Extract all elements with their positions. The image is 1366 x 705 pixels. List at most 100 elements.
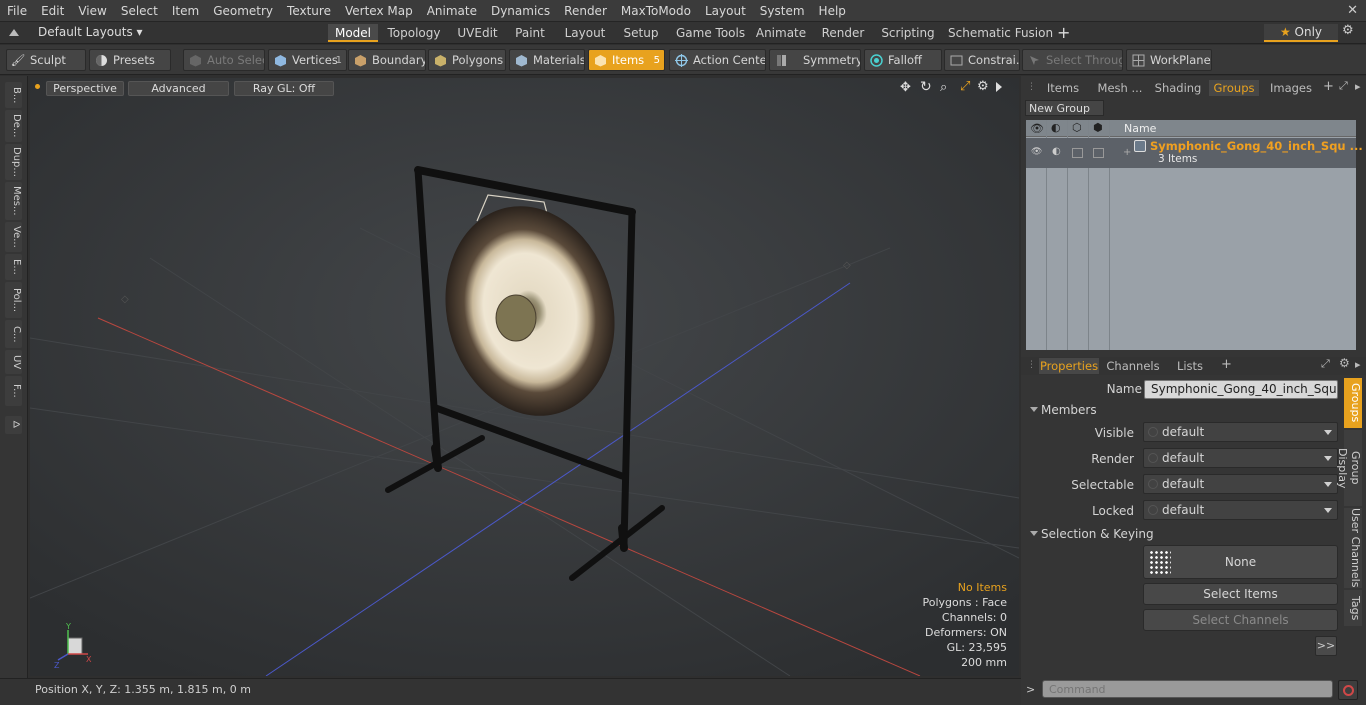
tab-model[interactable]: Model: [328, 24, 378, 42]
select-through-button[interactable]: Select Through: [1022, 49, 1123, 71]
layout-selector[interactable]: Default Layouts ▾: [38, 25, 143, 39]
tab-scripting[interactable]: Scripting: [880, 24, 936, 42]
auto-select-button[interactable]: Auto Select: [183, 49, 265, 71]
left-tab-polygon[interactable]: Pol...: [5, 282, 22, 318]
3d-viewport[interactable]: ◇ ◇ Y X Z Perspective Advanced Ray GL: O…: [30, 78, 1019, 676]
viewport-expand-icon[interactable]: [996, 82, 1002, 92]
tab-channels[interactable]: Channels: [1105, 358, 1161, 374]
tab-items[interactable]: Items: [1041, 80, 1085, 96]
left-tab-edge[interactable]: E...: [5, 254, 22, 280]
lock-column-icon[interactable]: ⬡: [1072, 121, 1082, 134]
row-select-checkbox[interactable]: [1093, 148, 1104, 158]
tab-images[interactable]: Images: [1267, 80, 1315, 96]
side-tab-tags[interactable]: Tags: [1344, 590, 1362, 626]
symmetry-button[interactable]: Symmetry: [769, 49, 861, 71]
side-tab-group-display[interactable]: Group Display: [1336, 430, 1362, 506]
tab-paint[interactable]: Paint: [512, 24, 548, 42]
add-panel-tab-icon[interactable]: +: [1323, 79, 1334, 94]
falloff-button[interactable]: Falloff: [864, 49, 942, 71]
locked-dropdown[interactable]: default: [1143, 500, 1338, 520]
collapse-arrow-icon[interactable]: [9, 29, 19, 36]
name-field[interactable]: Symphonic_Gong_40_inch_Square_St: [1144, 380, 1338, 399]
panel-grip-icon-2[interactable]: ⋮: [1027, 360, 1036, 370]
zoom-view-icon[interactable]: ⌕: [940, 80, 947, 95]
left-tab-basic[interactable]: B...: [5, 82, 22, 108]
shading-mode-button[interactable]: Advanced: [128, 81, 229, 96]
tab-properties[interactable]: Properties: [1039, 358, 1099, 374]
panel-more-icon[interactable]: ▸: [1355, 80, 1361, 93]
tab-groups[interactable]: Groups: [1209, 80, 1259, 96]
menu-file[interactable]: File: [0, 4, 34, 18]
fit-view-icon[interactable]: ⤢: [960, 79, 970, 94]
menu-item[interactable]: Item: [165, 4, 206, 18]
boundary-button[interactable]: Boundary: [348, 49, 426, 71]
menu-select[interactable]: Select: [114, 4, 165, 18]
left-tab-curve[interactable]: C...: [5, 320, 22, 348]
tab-mesh[interactable]: Mesh ...: [1093, 80, 1147, 96]
left-tab-extra[interactable]: ᐅ: [5, 416, 22, 434]
tab-uvedit[interactable]: UVEdit: [455, 24, 500, 42]
viewport-menu-dot[interactable]: [35, 84, 40, 89]
left-tab-uv[interactable]: UV: [5, 350, 22, 374]
menu-vertex-map[interactable]: Vertex Map: [338, 4, 420, 18]
group-row[interactable]: 👁 ◐ + Symphonic_Gong_40_inch_Squ ... 3 I…: [1026, 138, 1363, 168]
only-button[interactable]: ★ Only: [1264, 24, 1338, 42]
presets-button[interactable]: Presets: [89, 49, 171, 71]
name-column-header[interactable]: Name: [1124, 122, 1156, 135]
tab-layout[interactable]: Layout: [562, 24, 608, 42]
workplane-button[interactable]: WorkPlane: [1126, 49, 1212, 71]
record-icon[interactable]: [1338, 680, 1358, 700]
menu-view[interactable]: View: [71, 4, 113, 18]
side-tab-user-channels[interactable]: User Channels: [1344, 508, 1362, 588]
vertices-button[interactable]: Vertices 1: [268, 49, 347, 71]
render-column-icon[interactable]: ◐: [1051, 121, 1061, 134]
sculpt-button[interactable]: 🖌 Sculpt: [6, 49, 86, 71]
members-section[interactable]: Members: [1027, 402, 1337, 418]
constraints-button[interactable]: Constrai...: [944, 49, 1020, 71]
action-center-button[interactable]: Action Center: [669, 49, 766, 71]
close-icon[interactable]: ✕: [1347, 3, 1358, 18]
gear-icon[interactable]: ⚙: [1342, 23, 1354, 38]
rotate-view-icon[interactable]: ↻: [920, 79, 932, 95]
row-visibility-icon[interactable]: 👁: [1031, 147, 1042, 157]
select-items-button[interactable]: Select Items: [1143, 583, 1338, 605]
prop-expand-icon[interactable]: ⤢: [1321, 357, 1330, 371]
select-channels-button[interactable]: Select Channels: [1143, 609, 1338, 631]
selectable-dropdown[interactable]: default: [1143, 474, 1338, 494]
menu-render[interactable]: Render: [557, 4, 614, 18]
tab-lists[interactable]: Lists: [1169, 358, 1211, 374]
side-tab-groups[interactable]: Groups: [1344, 378, 1362, 428]
menu-geometry[interactable]: Geometry: [206, 4, 280, 18]
polygons-button[interactable]: Polygons: [428, 49, 506, 71]
visible-dropdown[interactable]: default: [1143, 422, 1338, 442]
command-input[interactable]: [1042, 680, 1333, 698]
group-name[interactable]: Symphonic_Gong_40_inch_Squ ...: [1150, 139, 1363, 153]
select-column-icon[interactable]: ⬢: [1093, 121, 1103, 134]
menu-help[interactable]: Help: [812, 4, 853, 18]
prop-gear-icon[interactable]: ⚙: [1339, 356, 1350, 370]
materials-button[interactable]: Materials: [509, 49, 585, 71]
more-options-button[interactable]: >>: [1315, 636, 1337, 656]
tab-game-tools[interactable]: Game Tools: [676, 24, 745, 42]
tab-setup[interactable]: Setup: [620, 24, 662, 42]
menu-maxtomodo[interactable]: MaxToModo: [614, 4, 698, 18]
selection-keying-section[interactable]: Selection & Keying: [1027, 526, 1337, 542]
tab-animate[interactable]: Animate: [755, 24, 807, 42]
render-dropdown[interactable]: default: [1143, 448, 1338, 468]
menu-layout[interactable]: Layout: [698, 4, 753, 18]
viewport-gear-icon[interactable]: ⚙: [977, 79, 989, 94]
menu-texture[interactable]: Texture: [280, 4, 338, 18]
view-mode-button[interactable]: Perspective: [46, 81, 124, 96]
move-view-icon[interactable]: ✥: [900, 80, 911, 95]
tab-render[interactable]: Render: [820, 24, 866, 42]
left-tab-deform[interactable]: De...: [5, 110, 22, 142]
prop-more-icon[interactable]: ▸: [1355, 358, 1361, 371]
add-prop-tab-icon[interactable]: +: [1221, 357, 1232, 372]
row-expand-icon[interactable]: +: [1123, 147, 1131, 158]
menu-edit[interactable]: Edit: [34, 4, 71, 18]
items-button[interactable]: Items 5: [588, 49, 665, 71]
menu-system[interactable]: System: [753, 4, 812, 18]
left-tab-fusion[interactable]: F...: [5, 376, 22, 406]
row-render-icon[interactable]: ◐: [1052, 146, 1061, 157]
menu-dynamics[interactable]: Dynamics: [484, 4, 557, 18]
